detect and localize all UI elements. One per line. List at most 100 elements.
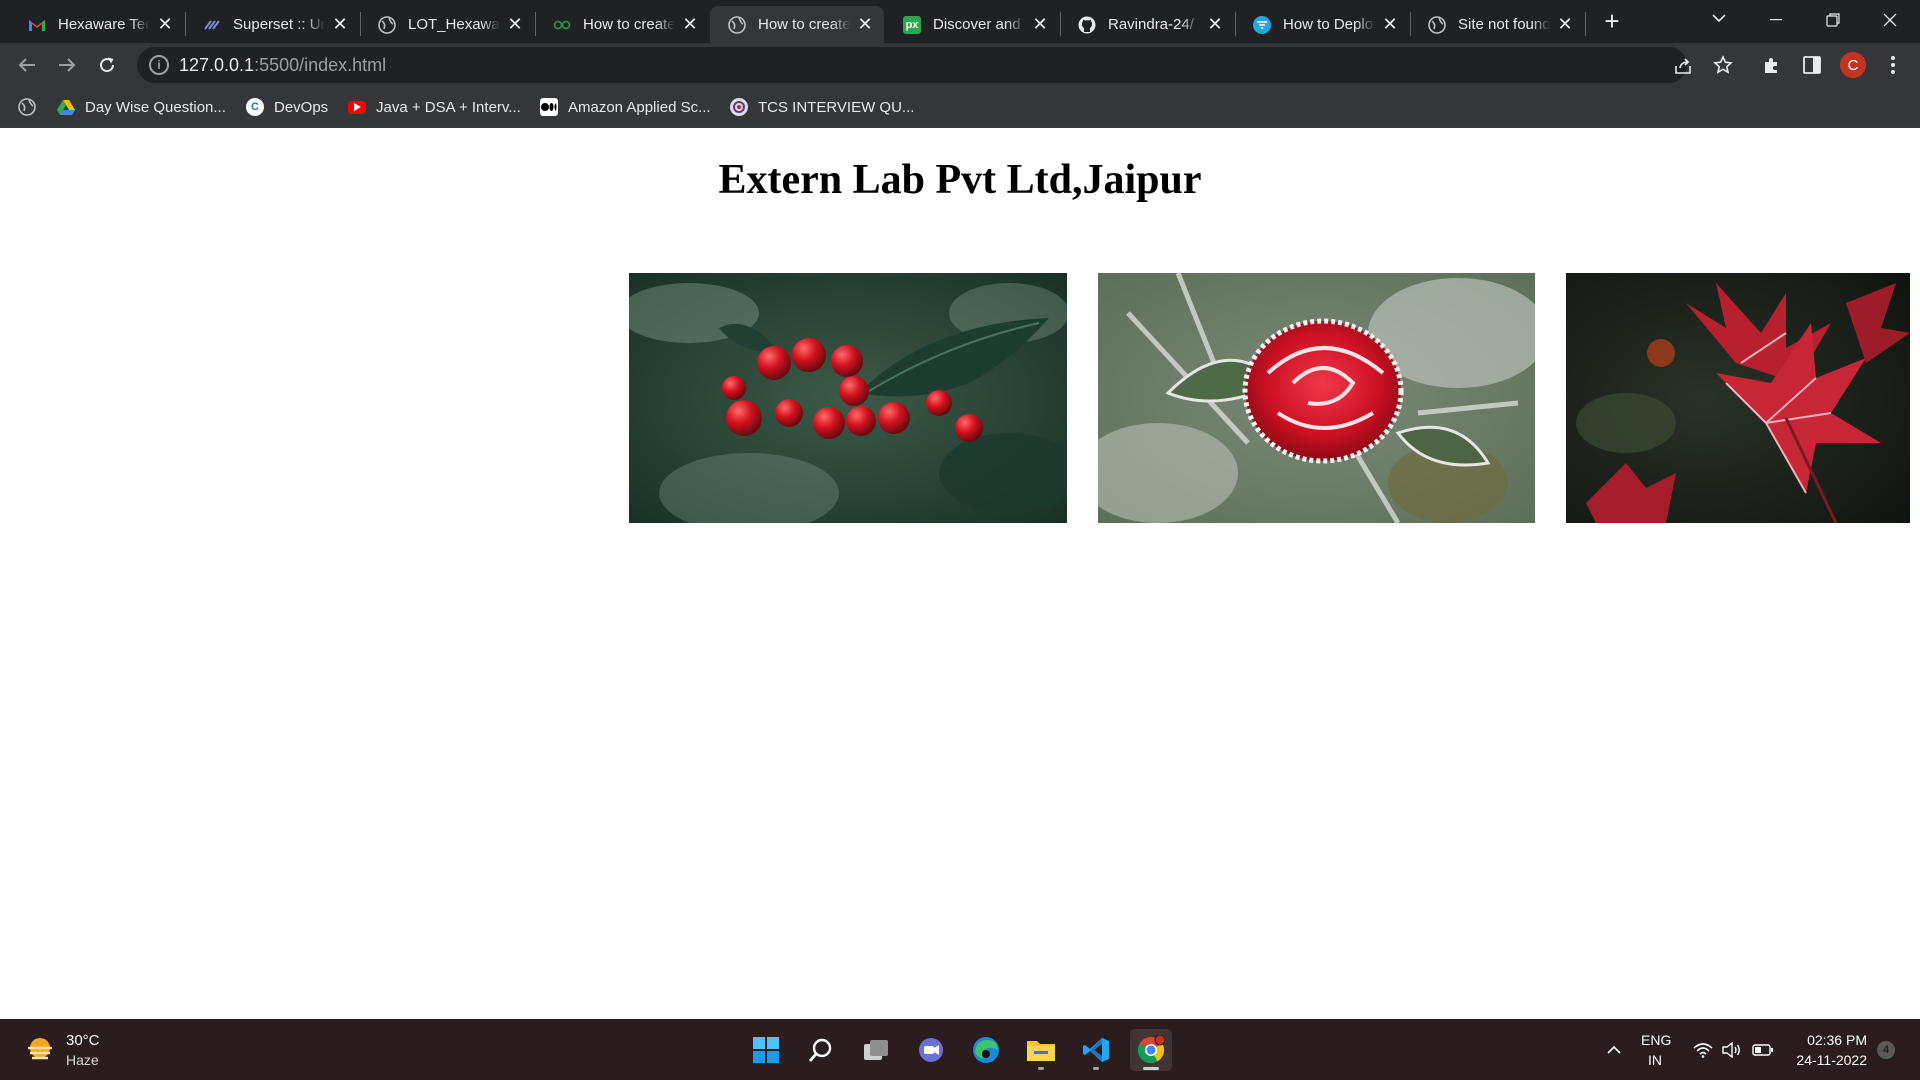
bookmark-globe[interactable] — [18, 95, 46, 119]
start-button[interactable] — [745, 1029, 787, 1071]
address-bar[interactable]: i 127.0.0.1:5500/index.html — [137, 47, 1691, 83]
page-title: Extern Lab Pvt Ltd,Jaipur — [718, 157, 1202, 203]
notification-count-badge[interactable]: 4 — [1877, 1041, 1895, 1059]
tab-active-how-to-create[interactable]: How to create ✕ — [710, 6, 884, 43]
weather-haze-icon[interactable] — [24, 1034, 56, 1066]
close-icon[interactable]: ✕ — [1381, 14, 1399, 34]
medium-icon — [540, 98, 558, 116]
clock-date[interactable]: 24-11-2022 — [1790, 1052, 1867, 1068]
language-indicator[interactable]: ENG — [1641, 1032, 1671, 1048]
clock-time[interactable]: 02:36 PM — [1795, 1032, 1867, 1048]
show-hidden-icons-chevron-icon[interactable] — [1603, 1039, 1625, 1061]
chrome-icon[interactable] — [1130, 1029, 1172, 1071]
close-icon[interactable]: ✕ — [1556, 14, 1574, 34]
file-explorer-icon[interactable] — [1020, 1029, 1062, 1071]
tab-title: How to create — [758, 16, 850, 33]
tab-title: Ravindra-24/ — [1108, 16, 1194, 33]
youtube-icon — [348, 100, 366, 114]
running-indicator — [1093, 1067, 1099, 1070]
c-logo-icon: C — [246, 98, 264, 116]
edge-browser-icon[interactable] — [965, 1029, 1007, 1071]
vscode-icon[interactable] — [1075, 1029, 1117, 1071]
frosted-rose-photo — [1098, 273, 1535, 523]
github-icon — [1078, 16, 1096, 34]
task-view-icon[interactable] — [855, 1029, 897, 1071]
google-drive-icon — [57, 98, 75, 116]
superset-icon — [203, 16, 221, 34]
bookmark-java-dsa[interactable]: Java + DSA + Interv... — [348, 95, 521, 119]
tab-strip: Hexaware Technologies ✕ Superset :: Unif… — [0, 0, 1920, 43]
tab-500px[interactable]: px Discover and ✕ — [885, 6, 1059, 43]
running-indicator — [1143, 1067, 1159, 1070]
url-host: 127.0.0.1 — [179, 55, 255, 75]
forward-button[interactable] — [52, 50, 82, 80]
weather-temperature[interactable]: 30°C — [66, 1032, 100, 1049]
bookmark-label: DevOps — [274, 98, 329, 116]
close-icon[interactable]: ✕ — [1206, 14, 1224, 34]
geeksforgeeks-icon — [553, 16, 571, 34]
close-window-button[interactable] — [1862, 0, 1918, 40]
bookmarks-bar: Day Wise Question... C DevOps Java + DSA… — [0, 86, 1920, 128]
globe-icon — [1428, 15, 1446, 34]
tab-github[interactable]: Ravindra-24/ ✕ — [1060, 6, 1234, 43]
battery-icon[interactable] — [1752, 1039, 1774, 1061]
close-icon[interactable]: ✕ — [856, 14, 874, 34]
tab-lot-hexaware[interactable]: LOT_Hexaware ✕ — [360, 6, 534, 43]
extensions-icon[interactable] — [1759, 52, 1785, 78]
close-icon[interactable]: ✕ — [156, 14, 174, 34]
url-path: :5500/index.html — [254, 55, 387, 75]
url-text[interactable]: 127.0.0.1:5500/index.html — [179, 55, 386, 76]
bookmark-amazon[interactable]: Amazon Applied Sc... — [540, 95, 711, 119]
globe-icon — [378, 15, 396, 34]
bookmark-tcs[interactable]: TCS INTERVIEW QU... — [730, 95, 914, 119]
site-info-icon[interactable]: i — [149, 55, 169, 75]
menu-kebab-icon[interactable] — [1880, 52, 1906, 78]
bookmark-label: Java + DSA + Interv... — [376, 98, 521, 116]
reload-button[interactable] — [92, 50, 122, 80]
back-button[interactable] — [12, 50, 42, 80]
profile-avatar[interactable]: C — [1840, 52, 1866, 78]
tab-superset[interactable]: Superset :: Unified ✕ — [185, 6, 359, 43]
tab-separator — [1585, 12, 1586, 36]
tab-geeksforgeeks[interactable]: How to create ✕ — [535, 6, 709, 43]
search-icon[interactable] — [800, 1029, 842, 1071]
share-icon[interactable] — [1671, 54, 1695, 78]
bookmark-label: TCS INTERVIEW QU... — [758, 98, 915, 116]
tab-search-chevron-icon[interactable] — [1705, 10, 1733, 34]
netlify-icon — [1253, 15, 1271, 34]
tab-title: LOT_Hexaware — [408, 16, 500, 33]
teams-chat-icon[interactable] — [910, 1029, 952, 1071]
running-indicator — [1038, 1067, 1044, 1070]
globe-icon — [18, 98, 36, 116]
close-icon[interactable]: ✕ — [681, 14, 699, 34]
tab-hexaware[interactable]: Hexaware Technologies ✕ — [10, 6, 184, 43]
tab-title: How to Deploy — [1283, 16, 1375, 33]
browser-toolbar: i 127.0.0.1:5500/index.html C — [0, 43, 1920, 86]
web-page: Extern Lab Pvt Ltd,Jaipur — [0, 129, 1920, 1019]
tab-site-not-found[interactable]: Site not found ✕ — [1410, 6, 1584, 43]
close-icon[interactable]: ✕ — [506, 14, 524, 34]
tab-title: How to create — [583, 16, 675, 33]
gmail-icon — [28, 16, 46, 34]
close-icon[interactable]: ✕ — [331, 14, 349, 34]
windows-taskbar: 30°C Haze ENG IN 02:36 PM 24-11-2022 4 — [0, 1019, 1920, 1080]
bookmark-day-wise[interactable]: Day Wise Question... — [57, 95, 226, 119]
tab-title: Site not found — [1458, 16, 1550, 33]
circle-logo-icon — [730, 98, 748, 116]
tab-title: Superset :: Unified — [233, 16, 325, 33]
minimize-button[interactable] — [1748, 0, 1804, 40]
weather-description[interactable]: Haze — [66, 1052, 99, 1068]
bookmark-label: Day Wise Question... — [85, 98, 226, 116]
side-panel-icon[interactable] — [1799, 52, 1825, 78]
wifi-icon[interactable] — [1692, 1039, 1714, 1061]
500px-icon: px — [903, 15, 921, 34]
volume-icon[interactable] — [1720, 1039, 1742, 1061]
language-region[interactable]: IN — [1648, 1052, 1662, 1068]
bookmark-star-icon[interactable] — [1710, 52, 1736, 78]
bookmark-label: Amazon Applied Sc... — [568, 98, 711, 116]
tab-netlify[interactable]: How to Deploy ✕ — [1235, 6, 1409, 43]
close-icon[interactable]: ✕ — [1031, 14, 1049, 34]
bookmark-devops[interactable]: C DevOps — [246, 95, 328, 119]
restore-button[interactable] — [1805, 0, 1861, 40]
new-tab-button[interactable]: + — [1598, 8, 1626, 36]
